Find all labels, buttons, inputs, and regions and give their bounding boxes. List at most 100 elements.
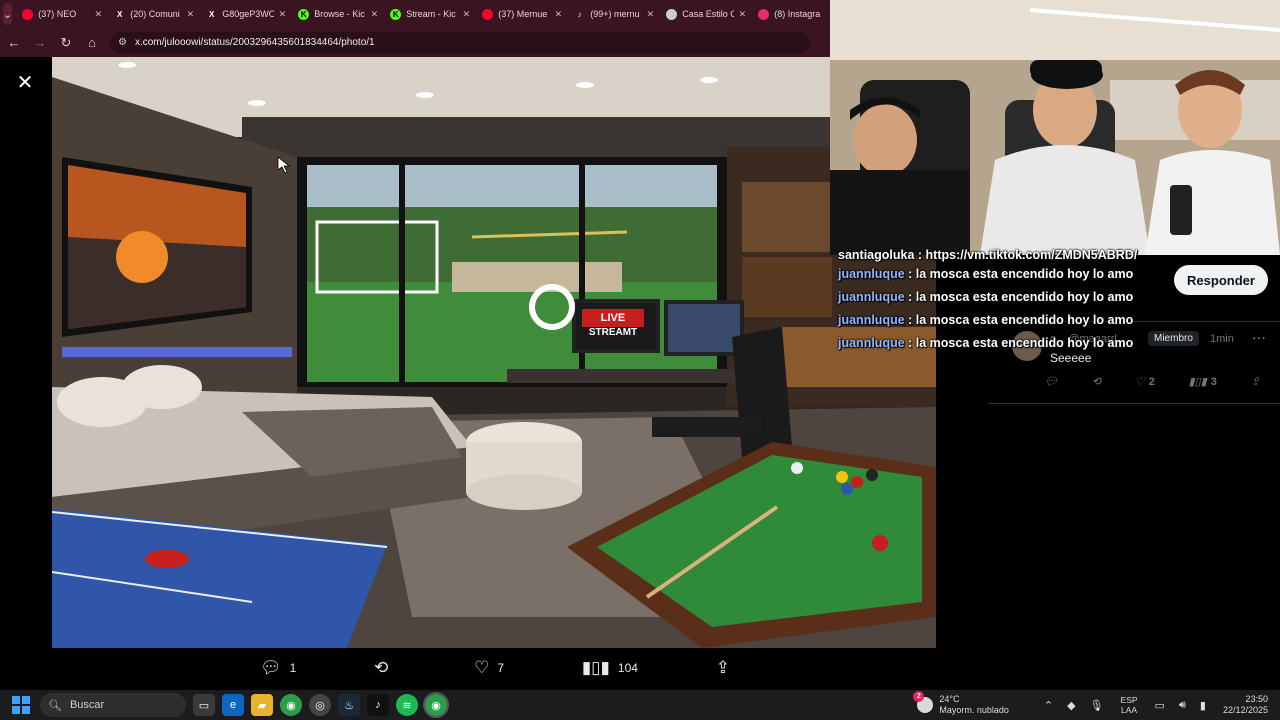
volume-icon[interactable]: 🔊︎: [1179, 699, 1186, 712]
like-button[interactable]: ♡ 7: [474, 658, 504, 678]
share-button[interactable]: ⇪: [716, 658, 730, 678]
kick-icon: K: [390, 8, 402, 20]
youtube-icon: [482, 8, 494, 20]
chat-text: : la mosca esta encendido hoy lo amo: [904, 267, 1134, 281]
globe-icon: [666, 8, 678, 20]
tiktok-icon[interactable]: ♪: [367, 694, 389, 716]
room-photo-illustration: LIVE STREAMT: [52, 57, 936, 648]
close-tab-icon[interactable]: ✕: [279, 9, 287, 20]
home-button[interactable]: ⌂: [80, 31, 104, 55]
divider: [988, 403, 1280, 404]
close-tab-icon[interactable]: ✕: [647, 9, 655, 20]
chrome-icon[interactable]: ◉: [280, 694, 302, 716]
browser-tab-bar: ⌄ (37) NEO ✕ X (20) Comuni ✕ X G80geP3WO ✕ K Brow…: [0, 0, 838, 28]
reply-views-button[interactable]: ▮▯▮ 3: [1188, 375, 1217, 389]
browser-tab[interactable]: K Stream - Kic ✕: [384, 0, 476, 28]
responder-button[interactable]: Responder: [1174, 265, 1268, 295]
chat-text: : la mosca esta encendido hoy lo amo: [904, 290, 1134, 304]
edge-icon[interactable]: e: [222, 694, 244, 716]
share-icon: ⇪: [1250, 376, 1260, 388]
post-photo[interactable]: LIVE STREAMT: [52, 57, 936, 648]
tab-label: (8) Instagra: [774, 9, 821, 19]
browser-tab[interactable]: K Browse - Kic ✕: [292, 0, 384, 28]
view-count: 104: [617, 661, 638, 675]
browser-tab[interactable]: X (20) Comuni ✕: [108, 0, 200, 28]
browser-tab[interactable]: Casa Estilo G ✕: [660, 0, 752, 28]
arrow-left-icon: ←: [7, 35, 21, 50]
reply-actions: 💬︎ ⟲ ♡ 2 ▮▯▮ 3 ⇪: [1044, 375, 1260, 389]
post-actions: 💬︎ 1 ⟲ ♡ 7 ▮▯▮ 104 ⇪: [260, 655, 730, 681]
more-icon[interactable]: ···: [1252, 329, 1266, 345]
repost-button[interactable]: ⟲: [374, 658, 396, 678]
reply-repost-button[interactable]: ⟲: [1092, 375, 1101, 388]
reply-count: 1: [289, 661, 297, 675]
lang-line1: ESP: [1120, 695, 1138, 705]
battery-icon[interactable]: ▮: [1200, 699, 1206, 712]
clock-date: 22/12/2025: [1222, 705, 1268, 715]
reply-like-count: 2: [1148, 375, 1155, 388]
clock[interactable]: 23:50 22/12/2025: [1223, 694, 1268, 716]
chat-username: juannluque: [838, 290, 905, 304]
task-view-icon[interactable]: ▭: [193, 694, 215, 716]
tab-search-button[interactable]: ⌄: [3, 3, 13, 25]
reply-view-count: 3: [1210, 375, 1217, 388]
forward-button[interactable]: →: [28, 31, 52, 55]
windows-taskbar: 🔍︎ Buscar ▭ e ▰ ◉ ◎ ♨ ♪ ≋ ◉ 2 24°C Mayor…: [0, 690, 1280, 720]
chrome-active-icon[interactable]: ◉: [423, 692, 449, 718]
close-tab-icon[interactable]: ✕: [95, 9, 103, 20]
reload-button[interactable]: ↻: [54, 31, 78, 55]
browser-tab[interactable]: ♪ (99+) mernu ✕: [568, 0, 660, 28]
steam-icon[interactable]: ♨: [338, 694, 360, 716]
network-icon[interactable]: ▭: [1155, 699, 1165, 712]
webcam-feed-illustration: [830, 0, 1280, 255]
browser-tab[interactable]: (37) NEO ✕: [16, 0, 108, 28]
chat-username: juannluque: [838, 267, 905, 281]
live-banner-line2: STREAMT: [589, 327, 637, 338]
reply-like-button[interactable]: ♡ 2: [1135, 375, 1155, 389]
close-tab-icon[interactable]: ✕: [187, 9, 195, 20]
x-icon: X: [209, 9, 215, 19]
windows-start-icon[interactable]: [12, 696, 30, 714]
bar-chart-icon: ▮▯▮: [1188, 376, 1207, 388]
taskbar-search[interactable]: 🔍︎ Buscar: [40, 693, 186, 717]
tab-label: Stream - Kic: [406, 9, 456, 19]
lang-line2: LAA: [1121, 705, 1138, 715]
close-icon[interactable]: ✕: [14, 73, 36, 95]
reply-comment-button[interactable]: 💬︎: [1044, 375, 1058, 388]
heart-icon: ♡: [474, 658, 490, 677]
chevron-up-icon[interactable]: ⌃: [1044, 699, 1053, 712]
close-tab-icon[interactable]: ✕: [555, 9, 563, 20]
live-banner-line1: LIVE: [601, 312, 625, 324]
back-button[interactable]: ←: [2, 31, 26, 55]
reply-share-button[interactable]: ⇪: [1251, 375, 1260, 388]
comment-icon: 💬︎: [260, 658, 282, 677]
file-explorer-icon[interactable]: ▰: [251, 694, 273, 716]
cloud-sun-icon: 2: [913, 691, 934, 713]
chat-message: juannluque : la mosca esta encendido hoy…: [838, 309, 1158, 332]
views-button[interactable]: ▮▯▮ 104: [582, 658, 638, 678]
weather-widget[interactable]: 2 24°C Mayorm. nublado: [913, 691, 1009, 716]
close-tab-icon[interactable]: ✕: [739, 9, 747, 20]
reply-button[interactable]: 💬︎ 1: [260, 658, 296, 678]
spotify-icon[interactable]: ≋: [396, 694, 418, 716]
chat-message: juannluque : la mosca esta encendido hoy…: [838, 286, 1158, 309]
tab-label: (37) NEO: [38, 9, 77, 19]
app-icon[interactable]: ◎: [309, 694, 331, 716]
weather-desc: Mayorm. nublado: [939, 705, 1009, 715]
kick-icon: K: [298, 8, 310, 20]
app-tray-icon[interactable]: ◆: [1067, 699, 1075, 712]
tab-label: Casa Estilo G: [682, 9, 734, 19]
weather-temp: 24°C: [939, 694, 960, 704]
x-icon: X: [117, 9, 123, 19]
close-tab-icon[interactable]: ✕: [371, 9, 379, 20]
reply-time: 1min: [1210, 333, 1234, 345]
language-indicator[interactable]: ESP LAA: [1121, 695, 1138, 715]
site-info-icon[interactable]: ⚙: [118, 37, 127, 48]
close-tab-icon[interactable]: ✕: [463, 9, 471, 20]
chat-message-top: santiagoluka : https://vm.tiktok.com/ZMD…: [838, 248, 1138, 262]
search-icon: 🔍︎: [48, 699, 62, 712]
microphone-icon[interactable]: 🎙︎: [1090, 699, 1104, 712]
address-bar[interactable]: ⚙ x.com/julooowi/status/2003296435601834…: [110, 31, 810, 54]
browser-tab[interactable]: X G80geP3WO ✕: [200, 0, 292, 28]
browser-tab[interactable]: (37) Mernue ✕: [476, 0, 568, 28]
